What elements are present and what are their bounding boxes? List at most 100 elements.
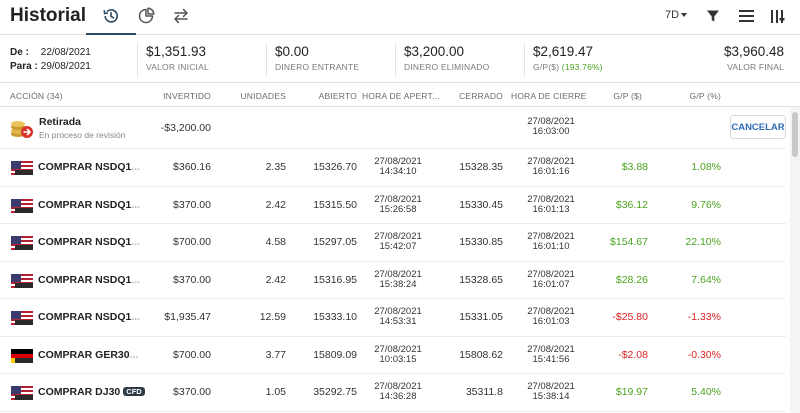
withdrawal-amount: -$3,200.00 <box>160 122 211 134</box>
scrollbar-thumb[interactable] <box>792 112 798 157</box>
open-datetime: 27/08/2021 14:53:31 <box>362 307 434 327</box>
withdrawal-row[interactable]: Retirada En proceso de revisión -$3,200.… <box>0 107 786 149</box>
close-datetime: 27/08/2021 16:01:07 <box>511 268 591 290</box>
to-label: Para : <box>10 61 38 72</box>
open-time: 14:36:28 <box>379 391 417 402</box>
table-row[interactable]: COMPRAR NSDQ1... $360.16 2.35 15326.70 27/08… <box>0 149 786 187</box>
instrument-flag-icon <box>11 348 33 363</box>
invested-value: $370.00 <box>173 198 211 211</box>
table-row[interactable]: COMPRAR NSDQ1... $370.00 2.42 15315.50 27/08… <box>0 187 786 224</box>
pl-usd-value: $36.12 <box>615 198 648 211</box>
truncation-dots: ... <box>131 198 141 211</box>
transfer-icon <box>174 8 188 24</box>
instrument-flag-icon <box>11 311 33 325</box>
history-icon <box>103 9 118 23</box>
instrument-name-text: COMPRAR GER30 <box>38 348 130 361</box>
pl-usd-value: $28.26 <box>615 273 648 286</box>
from-label: De : <box>10 47 29 58</box>
withdrawal-datetime: 27/08/2021 16:03:00 <box>511 117 591 137</box>
instrument-flag-icon <box>11 386 33 400</box>
table-header: ACCIÓN (34) INVERTIDO UNIDADES ABIERTO H… <box>0 83 800 107</box>
open-datetime: 27/08/2021 15:26:58 <box>362 193 434 215</box>
close-price: 35311.8 <box>465 386 503 398</box>
initial-value-label: VALOR INICIAL <box>146 62 209 72</box>
invested-value: $700.00 <box>173 236 211 248</box>
col-units[interactable]: UNIDADES <box>220 91 286 101</box>
page-title: Historial <box>10 5 87 26</box>
close-price: 15328.35 <box>459 161 503 173</box>
pl-pct-value: -0.30% <box>687 348 721 361</box>
open-price: 15809.09 <box>313 348 357 361</box>
close-time: 15:38:14 <box>532 391 570 402</box>
money-out-value: $3,200.00 <box>404 44 465 59</box>
truncation-dots: ... <box>129 348 139 361</box>
from-date: 22/08/2021 <box>40 47 91 58</box>
instrument-name-text: COMPRAR NSDQ1 <box>38 273 132 286</box>
instrument-name-text: COMPRAR NSDQ1 <box>38 311 132 323</box>
pl-usd-value: -$2.08 <box>618 348 648 361</box>
pl-label: G/P($) (193.76%) <box>533 62 603 72</box>
col-action[interactable]: ACCIÓN (34) <box>10 91 63 101</box>
col-closed[interactable]: CERRADO <box>440 91 503 101</box>
pl-usd-value: $154.67 <box>610 236 648 248</box>
open-datetime: 27/08/2021 14:36:28 <box>362 382 434 402</box>
tab-stats[interactable] <box>134 4 158 28</box>
table-row[interactable]: COMPRAR NSDQ1... $1,935.47 12.59 15333.10 27… <box>0 299 786 337</box>
instrument-name: COMPRAR GER30... <box>38 349 138 361</box>
col-invested[interactable]: INVERTIDO <box>150 91 211 101</box>
list-view-button[interactable] <box>736 6 756 26</box>
open-date: 27/08/2021 <box>374 268 422 280</box>
open-datetime: 27/08/2021 10:03:15 <box>362 344 434 365</box>
table-row[interactable]: COMPRAR NSDQ1... $700.00 4.58 15297.05 27/08… <box>0 224 786 262</box>
invested-value: $1,935.47 <box>164 311 211 323</box>
close-time: 16:01:03 <box>532 316 570 327</box>
truncation-dots: ... <box>131 273 141 286</box>
close-date: 27/08/2021 <box>527 268 575 280</box>
instrument-flag-icon <box>11 161 33 175</box>
col-pl-usd[interactable]: G/P ($) <box>600 91 642 101</box>
pl-pct-value: 1.08% <box>691 161 721 173</box>
initial-value-stat: $1,351.93 VALOR INICIAL <box>146 44 209 72</box>
close-datetime: 27/08/2021 15:38:14 <box>511 382 591 402</box>
filter-icon <box>707 10 719 22</box>
period-value: 7D <box>665 9 680 21</box>
cancel-button[interactable]: CANCELAR <box>730 115 786 139</box>
tab-transfers[interactable] <box>169 4 193 28</box>
col-close-time[interactable]: HORA DE CIERRE <box>511 91 587 101</box>
table-row[interactable]: COMPRAR GER30... $700.00 3.77 15809.09 27/08… <box>0 337 786 374</box>
open-time: 14:34:10 <box>379 166 417 177</box>
col-open-time[interactable]: HORA DE APERT... <box>362 91 440 101</box>
final-value-stat: $3,960.48 VALOR FINAL <box>724 44 784 72</box>
withdrawal-title: Retirada <box>39 116 82 128</box>
pl-pct-value: 9.76% <box>691 198 721 211</box>
open-time: 14:53:31 <box>379 316 417 327</box>
divider <box>395 43 396 77</box>
units-value: 2.42 <box>265 198 286 211</box>
divider <box>266 43 267 77</box>
to-date: 29/08/2021 <box>40 61 91 72</box>
close-datetime: 27/08/2021 16:01:13 <box>511 194 591 215</box>
close-time: 15:41:56 <box>532 353 570 365</box>
final-value-label: VALOR FINAL <box>727 62 784 72</box>
filter-button[interactable] <box>703 6 723 26</box>
open-date: 27/08/2021 <box>374 193 422 205</box>
open-datetime: 27/08/2021 15:42:07 <box>362 232 434 252</box>
invested-value: $370.00 <box>173 386 211 398</box>
close-price: 15331.05 <box>459 311 503 323</box>
close-time: 16:01:07 <box>532 278 570 290</box>
instrument-name-text: COMPRAR NSDQ1 <box>38 161 132 173</box>
instrument-flag-icon <box>11 236 33 250</box>
tab-history[interactable] <box>86 4 136 35</box>
money-in-stat: $0.00 DINERO ENTRANTE <box>275 44 359 72</box>
pl-pct-value: 5.40% <box>691 386 721 398</box>
pl-value: $2,619.47 <box>533 44 594 59</box>
col-open[interactable]: ABIERTO <box>300 91 357 101</box>
instrument-name: COMPRAR NSDQ1... <box>38 311 140 323</box>
period-dropdown[interactable]: 7D <box>665 9 688 21</box>
table-row[interactable]: COMPRAR NSDQ1... $370.00 2.42 15316.95 27/08… <box>0 262 786 299</box>
close-time: 16:01:16 <box>532 166 570 177</box>
table-row[interactable]: COMPRAR DJ30 CFD $370.00 1.05 35292.75 27/08/… <box>0 374 786 412</box>
open-price: 15316.95 <box>313 273 357 286</box>
col-pl-pct[interactable]: G/P (%) <box>670 91 721 101</box>
columns-settings-button[interactable] <box>768 6 788 26</box>
